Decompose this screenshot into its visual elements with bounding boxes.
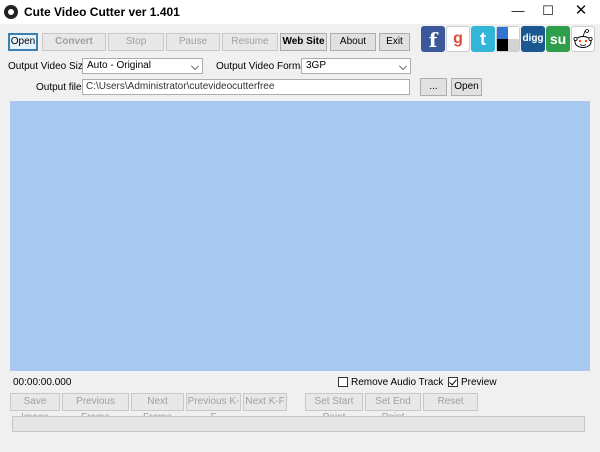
reddit-icon[interactable] <box>571 26 595 52</box>
video-preview-area[interactable] <box>10 101 590 371</box>
pause-button[interactable]: Pause <box>166 33 220 51</box>
delicious-square-white <box>508 27 519 39</box>
google-letter: g <box>453 30 463 47</box>
google-icon[interactable]: g <box>446 26 470 52</box>
delicious-square-grey <box>508 39 519 51</box>
output-video-format-select[interactable]: 3GP <box>301 58 411 74</box>
chevron-down-icon <box>399 62 407 70</box>
output-file-field[interactable]: C:\Users\Administrator\cutevideocutterfr… <box>82 79 410 95</box>
maximize-button[interactable]: ☐ <box>533 0 563 24</box>
twitter-icon[interactable]: t <box>471 26 495 52</box>
previous-frame-button[interactable]: Previous Frame <box>62 393 129 423</box>
output-file-label: Output file: <box>36 82 85 93</box>
current-time: 00:00:00.000 <box>13 377 72 388</box>
set-start-point-button[interactable]: Set Start Point <box>305 393 363 423</box>
preview-label: Preview <box>461 377 497 388</box>
remove-audio-checkbox[interactable] <box>338 377 348 387</box>
preview-checkbox[interactable] <box>448 377 458 387</box>
remove-audio-label: Remove Audio Track <box>351 377 444 388</box>
set-end-point-button[interactable]: Set End Point <box>365 393 421 423</box>
open-button[interactable]: Open <box>8 33 38 51</box>
output-video-size-value: Auto - Original <box>87 60 151 71</box>
chevron-down-icon <box>191 62 199 70</box>
previous-keyframe-button[interactable]: Previous K-F <box>186 393 241 423</box>
next-frame-button[interactable]: Next Frame <box>131 393 184 423</box>
convert-button[interactable]: Convert <box>42 33 106 51</box>
reset-button[interactable]: Reset <box>423 393 478 411</box>
film-reel-icon <box>4 5 18 19</box>
window-title: Cute Video Cutter ver 1.401 <box>24 5 180 19</box>
stop-button[interactable]: Stop <box>108 33 164 51</box>
next-keyframe-button[interactable]: Next K-F <box>243 393 287 411</box>
exit-button[interactable]: Exit <box>379 33 410 51</box>
output-video-format-label: Output Video Format: <box>216 61 312 72</box>
title-bar: Cute Video Cutter ver 1.401 — ☐ ✕ <box>0 0 600 24</box>
resume-button[interactable]: Resume <box>222 33 278 51</box>
output-video-format-value: 3GP <box>306 60 327 71</box>
output-video-size-label: Output Video Size: <box>8 61 92 72</box>
browse-button[interactable]: ... <box>420 78 447 96</box>
open-folder-button[interactable]: Open <box>451 78 482 96</box>
website-button[interactable]: Web Site <box>280 33 327 51</box>
output-video-size-select[interactable]: Auto - Original <box>82 58 203 74</box>
delicious-square-blue <box>497 27 508 39</box>
progress-bar <box>12 416 585 432</box>
stumbleupon-icon[interactable]: su <box>546 26 570 52</box>
about-button[interactable]: About <box>330 33 376 51</box>
delicious-icon[interactable] <box>496 26 520 52</box>
digg-icon[interactable]: digg <box>521 26 545 52</box>
save-image-button[interactable]: Save Image <box>10 393 60 423</box>
minimize-button[interactable]: — <box>503 0 533 24</box>
delicious-square-black <box>497 39 508 51</box>
close-button[interactable]: ✕ <box>566 0 596 24</box>
reddit-alien-glyph <box>573 29 593 48</box>
facebook-icon[interactable]: f <box>421 26 445 52</box>
